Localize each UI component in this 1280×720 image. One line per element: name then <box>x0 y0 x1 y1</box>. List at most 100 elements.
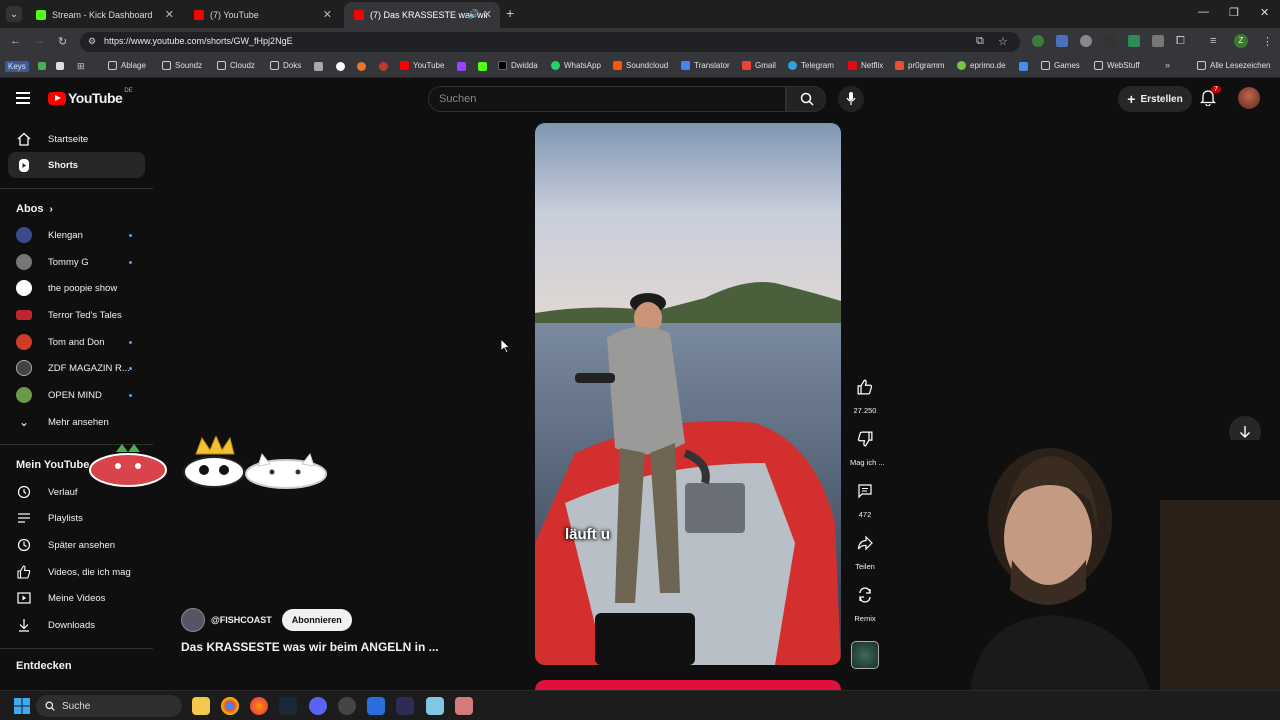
bookmark-eprimo[interactable]: eprimo.de <box>957 61 1006 70</box>
sidebar-item-terror-teds-tales[interactable]: Terror Ted's Tales <box>8 302 145 328</box>
sidebar-item-home[interactable]: Startseite <box>8 126 145 152</box>
browser-menu-icon[interactable]: ⋮ <box>1262 35 1273 48</box>
more-bookmarks-icon[interactable]: » <box>1165 60 1170 70</box>
next-short-preview[interactable] <box>535 680 841 690</box>
extension-icon[interactable] <box>1104 35 1116 47</box>
twitch-icon[interactable] <box>457 62 466 71</box>
share-button[interactable]: Teilen <box>850 528 880 571</box>
sidebar-show-more[interactable]: ⌄ Mehr ansehen <box>8 409 145 435</box>
comments-button[interactable]: 472 <box>850 476 880 519</box>
bookmark-icon[interactable] <box>357 62 366 71</box>
sidebar-item-downloads[interactable]: Downloads <box>8 612 145 638</box>
steam-icon[interactable] <box>279 697 297 715</box>
tab-kick-dashboard[interactable]: Stream - Kick Dashboard ✕ <box>26 2 182 28</box>
firefox-icon[interactable] <box>250 697 268 715</box>
youtube-logo[interactable]: YouTube DE <box>48 88 133 106</box>
media-control-icon[interactable]: ≡ <box>1210 35 1216 47</box>
bookmark-netflix[interactable]: Netflix <box>848 61 883 70</box>
dislike-button[interactable]: Mag ich ... <box>850 424 885 467</box>
tab-current-short[interactable]: (7) Das KRASSESTE was wir 🔊 ✕ <box>344 2 500 28</box>
bookmark-folder-games[interactable]: Games <box>1041 61 1080 70</box>
sidebar-item-zdf-magazin[interactable]: ZDF MAGAZIN R... <box>8 355 145 381</box>
shorts-video-player[interactable] <box>535 123 841 665</box>
bookmark-folder-doks[interactable]: Doks <box>270 61 301 70</box>
avatar[interactable] <box>1238 87 1260 109</box>
bookmark-icon[interactable] <box>336 62 345 71</box>
bookmark-icon[interactable] <box>38 62 46 70</box>
subscriptions-heading[interactable]: Abos › <box>16 203 53 215</box>
bookmark-gmail[interactable]: Gmail <box>742 61 776 70</box>
sidebar-item-liked-videos[interactable]: Videos, die ich mag <box>8 559 145 585</box>
tab-youtube[interactable]: (7) YouTube ✕ <box>184 2 340 28</box>
create-button[interactable]: + Erstellen <box>1118 86 1192 112</box>
sidebar-item-watch-later[interactable]: Später ansehen <box>8 532 145 558</box>
sidebar-item-open-mind[interactable]: OPEN MIND <box>8 382 145 408</box>
close-tab-icon[interactable]: ✕ <box>323 8 332 21</box>
profile-icon[interactable]: Z <box>1234 34 1248 48</box>
bookmark-star-icon[interactable]: ☆ <box>998 35 1008 48</box>
notepad-icon[interactable] <box>426 697 444 715</box>
address-bar[interactable]: ⚙ https://www.youtube.com/shorts/GW_fHpj… <box>80 32 1020 52</box>
sidebar-item-my-videos[interactable]: Meine Videos <box>8 585 145 611</box>
close-window-icon[interactable]: ✕ <box>1260 6 1269 19</box>
extension-icon[interactable] <box>1080 35 1092 47</box>
sidebar-item-playlists[interactable]: Playlists <box>8 505 145 531</box>
minimize-icon[interactable]: — <box>1198 6 1209 18</box>
channel-avatar[interactable] <box>181 608 205 632</box>
bookmark-folder-soundz[interactable]: Soundz <box>162 61 202 70</box>
sidebar-item-the-poopie-show[interactable]: the poopie show <box>8 275 145 301</box>
close-tab-icon[interactable]: ✕ <box>165 8 174 21</box>
bookmark-folder-ablage[interactable]: Ablage <box>108 61 146 70</box>
sidebar-item-tommy-g[interactable]: Tommy G <box>8 249 145 275</box>
obs-icon[interactable] <box>338 697 356 715</box>
bookmark-dwidda[interactable]: Dwidda <box>498 61 538 70</box>
vscode-icon[interactable] <box>396 697 414 715</box>
bookmark-all[interactable]: Alle Lesezeichen <box>1197 61 1270 70</box>
like-button[interactable]: 27.250 <box>850 372 880 415</box>
bookmark-icon[interactable] <box>1019 62 1028 71</box>
bookmark-icon[interactable] <box>379 62 388 71</box>
extensions-puzzle-icon[interactable]: ⧠ <box>1176 35 1185 48</box>
bookmark-icon[interactable] <box>314 62 323 71</box>
bookmark-pr0gramm[interactable]: pr0gramm <box>895 61 944 70</box>
maximize-icon[interactable]: ❐ <box>1229 6 1239 19</box>
app-icon[interactable] <box>367 697 385 715</box>
bookmark-soundcloud[interactable]: Soundcloud <box>613 61 668 70</box>
sidebar-item-shorts[interactable]: Shorts <box>8 152 145 178</box>
extension-icon[interactable] <box>1032 35 1044 47</box>
search-button[interactable] <box>786 86 826 112</box>
apps-grid-icon[interactable]: ⊞ <box>77 61 85 72</box>
you-heading[interactable]: Mein YouTube <box>16 459 89 471</box>
voice-search-button[interactable] <box>838 86 864 112</box>
site-info-icon[interactable]: ⚙ <box>88 36 96 47</box>
hamburger-menu-icon[interactable] <box>16 92 30 104</box>
bookmark-folder-cloudz[interactable]: Cloudz <box>217 61 255 70</box>
discord-icon[interactable] <box>309 697 327 715</box>
bookmark-telegram[interactable]: Telegram <box>788 61 834 70</box>
chrome-icon[interactable] <box>221 697 239 715</box>
audio-playing-icon[interactable]: 🔊 <box>468 9 479 20</box>
subscribe-button[interactable]: Abonnieren <box>281 609 352 631</box>
tab-search-icon[interactable]: ⌄ <box>6 6 22 22</box>
notifications-button[interactable]: 7 <box>1199 86 1222 110</box>
back-icon[interactable]: ← <box>10 35 21 47</box>
file-explorer-icon[interactable] <box>192 697 210 715</box>
close-tab-icon[interactable]: ✕ <box>483 8 492 21</box>
reload-icon[interactable]: ↻ <box>58 35 67 48</box>
extension-icon[interactable] <box>1152 35 1164 47</box>
bookmark-keys[interactable]: Keys <box>5 61 29 72</box>
bookmark-whatsapp[interactable]: WhatsApp <box>551 61 601 70</box>
bookmark-youtube[interactable]: YouTube <box>400 61 444 70</box>
sidebar-item-klengan[interactable]: Klengan <box>8 222 145 248</box>
kick-icon[interactable] <box>478 62 487 71</box>
bookmark-icon[interactable] <box>56 62 64 70</box>
paint-icon[interactable] <box>455 697 473 715</box>
extension-icon[interactable] <box>1128 35 1140 47</box>
search-input[interactable]: Suchen <box>428 86 786 112</box>
forward-icon[interactable]: → <box>34 35 45 47</box>
sound-source-thumbnail[interactable] <box>851 641 879 669</box>
channel-handle[interactable]: @FISHCOAST <box>211 615 272 625</box>
extension-icon[interactable] <box>1056 35 1068 47</box>
taskbar-search[interactable]: Suche <box>36 695 182 717</box>
bookmark-translator[interactable]: Translator <box>681 61 730 70</box>
